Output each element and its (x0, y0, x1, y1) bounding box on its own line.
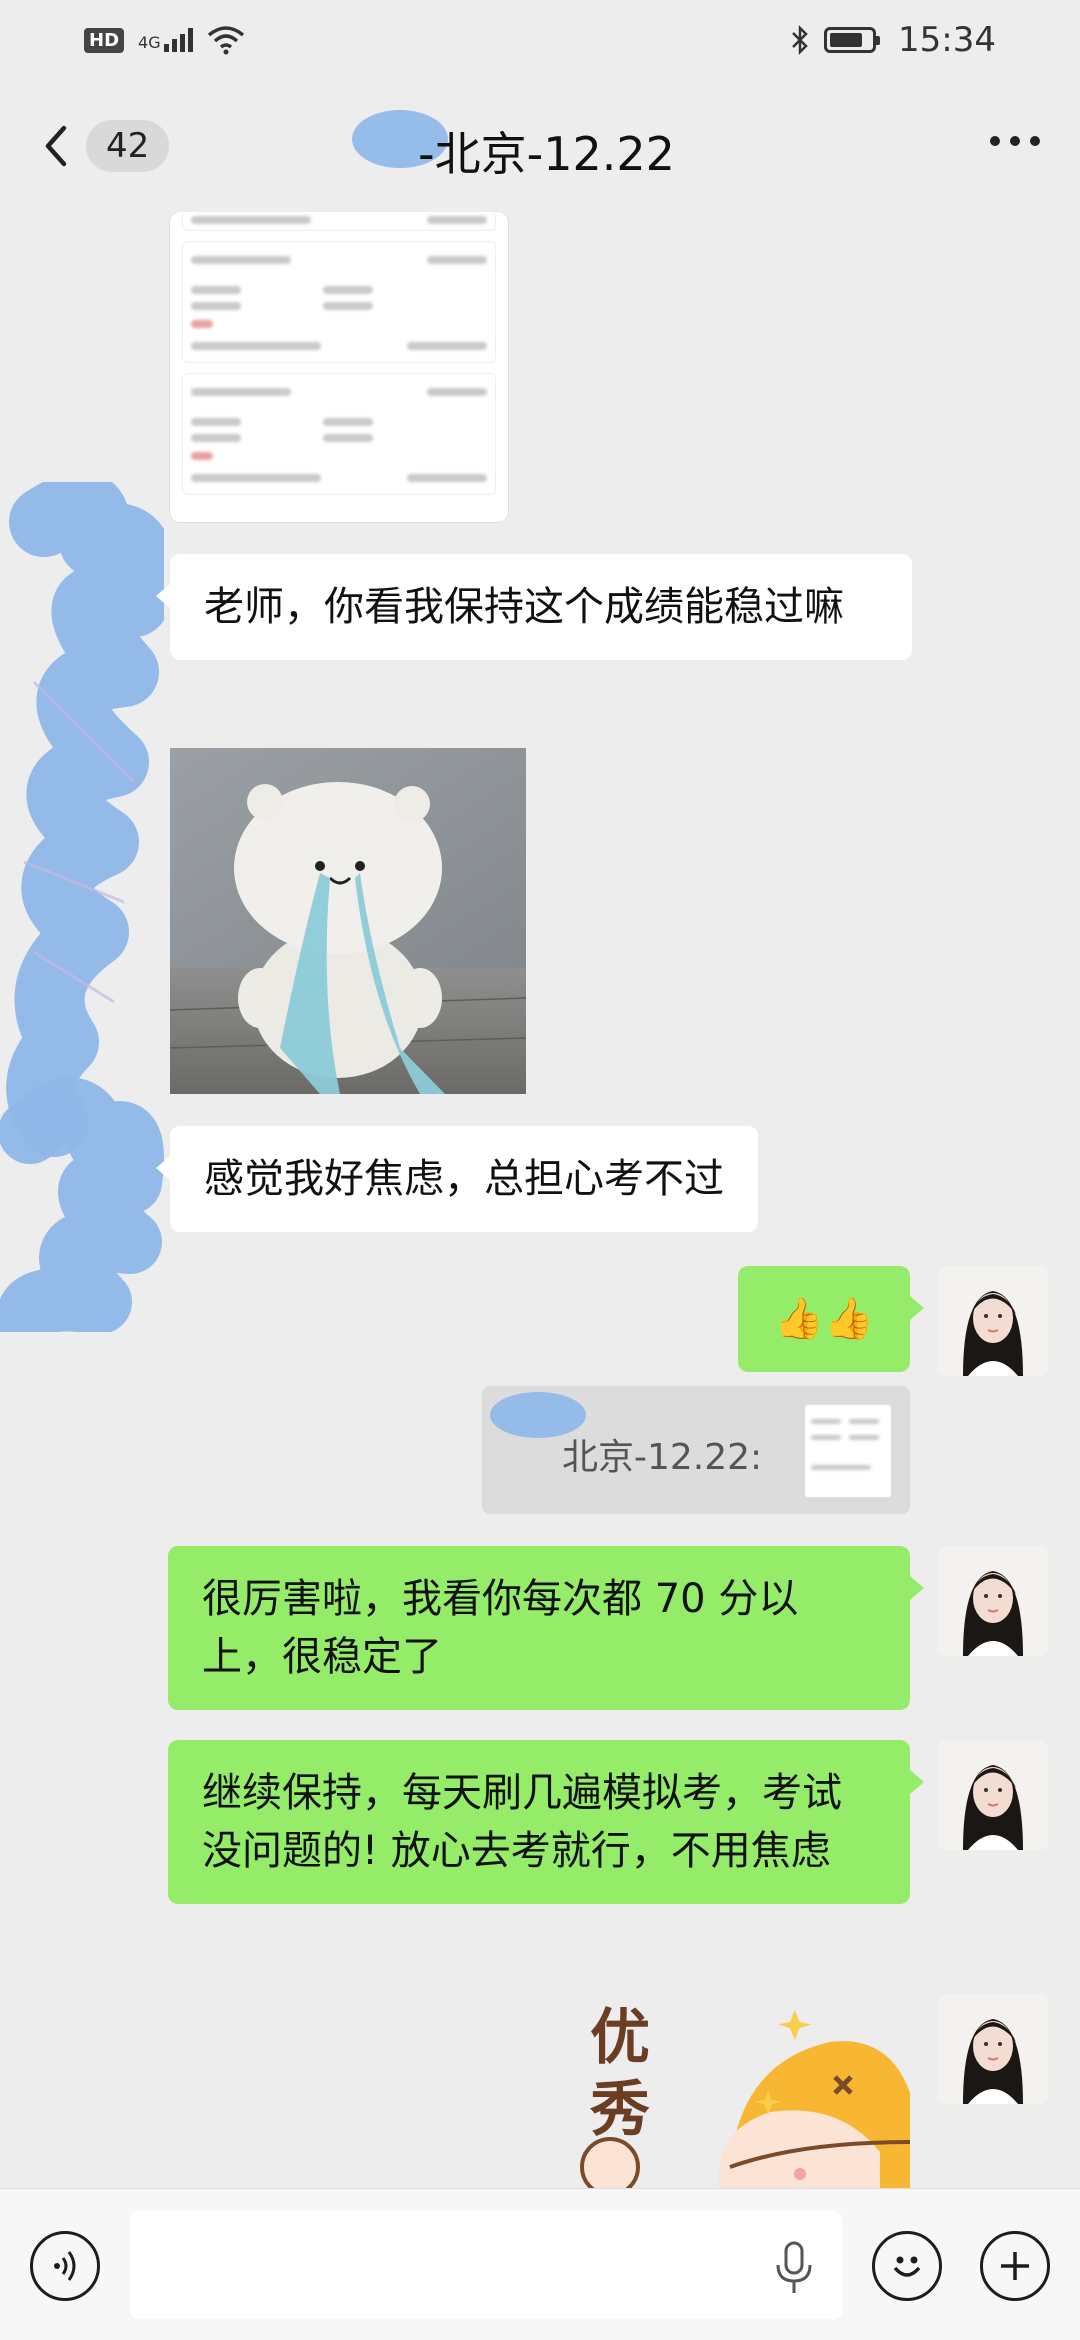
bear-plush-illustration (170, 748, 526, 1094)
message-bubble-received[interactable]: 感觉我好焦虑，总担心考不过 (156, 1126, 758, 1232)
quoted-message[interactable]: 北京-12.22: (482, 1386, 910, 1514)
more-actions-button[interactable] (980, 2231, 1050, 2301)
more-dot (1010, 136, 1020, 146)
unread-count-badge: 42 (86, 120, 170, 172)
wifi-icon (207, 26, 244, 55)
chat-header: 42 -北京-12.22 (0, 80, 1080, 212)
chevron-left-icon (45, 125, 67, 167)
message-bubble-sent[interactable]: 👍👍 (738, 1266, 924, 1372)
plus-icon (1001, 2252, 1029, 2280)
status-bar: HD 4G 15:34 (0, 0, 1080, 80)
excellent-sticker[interactable]: 优秀 (580, 1992, 910, 2188)
sticker-text: 优秀 (590, 2003, 650, 2145)
chat-message-list[interactable]: 老师，你看我保持这个成绩能稳过嘛 感觉我好焦虑，总担心考不过 👍👍 北京-12.… (0, 212, 1080, 2188)
message-bubble-received[interactable]: 老师，你看我保持这个成绩能稳过嘛 (156, 554, 912, 660)
my-avatar[interactable] (938, 1740, 1048, 1850)
my-avatar[interactable] (938, 1994, 1048, 2104)
quoted-sender: 北京-12.22: (562, 1437, 763, 1478)
crying-bear-image[interactable] (170, 748, 526, 1094)
signal-icon: 4G (138, 28, 193, 52)
chat-title: -北京-12.22 (418, 127, 675, 181)
status-left: HD 4G (84, 25, 245, 55)
microphone-icon[interactable] (772, 2241, 816, 2295)
hd-badge: HD (84, 27, 125, 53)
message-bubble-sent[interactable]: 继续保持，每天刷几遍模拟考，考试没问题的! 放心去考就行，不用焦虑 (168, 1740, 924, 1904)
message-input-bar (0, 2188, 1080, 2340)
emoji-button[interactable] (872, 2231, 942, 2301)
clock: 15:34 (898, 20, 996, 60)
bluetooth-icon (792, 24, 808, 56)
message-bubble-sent[interactable]: 很厉害啦，我看你每次都 70 分以上，很稳定了 (168, 1546, 924, 1710)
avatar-portrait (938, 1994, 1048, 2104)
avatar-portrait (938, 1266, 1048, 1376)
my-avatar[interactable] (938, 1546, 1048, 1656)
battery-icon (824, 27, 881, 53)
avatar-portrait (938, 1546, 1048, 1656)
status-right: 15:34 (790, 20, 996, 60)
more-options-button[interactable] (990, 136, 1040, 146)
more-dot (990, 136, 1000, 146)
emoji-icon (893, 2256, 921, 2277)
more-dot (1030, 136, 1040, 146)
message-input[interactable] (130, 2211, 842, 2319)
avatar-portrait (938, 1740, 1048, 1850)
my-avatar[interactable] (938, 1266, 1048, 1376)
shared-screenshot-image[interactable] (170, 212, 508, 522)
back-button[interactable]: 42 (40, 120, 170, 172)
voice-input-icon (54, 2251, 76, 2281)
voice-input-button[interactable] (30, 2231, 100, 2301)
quoted-image-thumbnail (804, 1404, 892, 1498)
network-type: 4G (138, 33, 161, 52)
redacted-avatar-scribble (0, 1077, 164, 1332)
